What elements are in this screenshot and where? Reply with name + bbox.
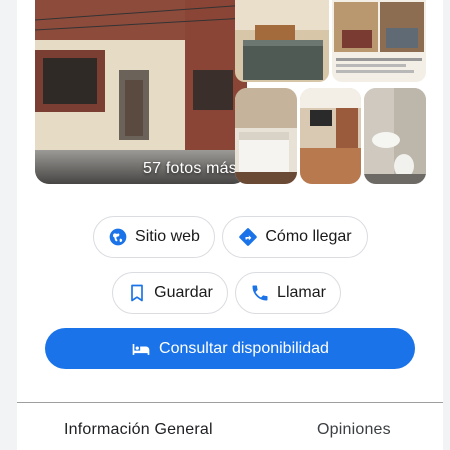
directions-diamond-icon	[238, 227, 258, 247]
tab-general-info[interactable]: Información General	[64, 421, 213, 439]
directions-label: Cómo llegar	[265, 228, 352, 245]
photo-room-tv[interactable]	[300, 88, 361, 184]
photo-room-interior[interactable]	[235, 88, 297, 184]
website-label: Sitio web	[135, 228, 200, 245]
website-button[interactable]: Sitio web	[93, 216, 215, 258]
call-label: Llamar	[277, 284, 326, 301]
phone-icon	[250, 283, 270, 303]
call-button[interactable]: Llamar	[235, 272, 341, 314]
tab-reviews[interactable]: Opiniones	[317, 421, 391, 439]
save-label: Guardar	[154, 284, 213, 301]
more-photos-label[interactable]: 57 fotos más	[143, 160, 237, 178]
place-card: 57 fotos más Sitio web Cómo llegar Guard…	[17, 0, 443, 450]
save-button[interactable]: Guardar	[112, 272, 228, 314]
bathroom-image	[364, 88, 426, 184]
check-availability-label: Consultar disponibilidad	[159, 339, 329, 357]
section-divider	[17, 402, 443, 403]
photo-room-bed[interactable]	[235, 0, 329, 82]
check-availability-button[interactable]: Consultar disponibilidad	[45, 328, 415, 369]
photo-main-facade[interactable]: 57 fotos más	[35, 0, 247, 184]
facade-image	[35, 0, 247, 184]
photo-room-collage[interactable]	[332, 0, 426, 82]
room-image	[235, 0, 329, 82]
globe-icon	[108, 227, 128, 247]
bed-icon	[131, 339, 151, 359]
photo-bathroom[interactable]	[364, 88, 426, 184]
collage-image	[332, 0, 426, 82]
directions-button[interactable]: Cómo llegar	[222, 216, 368, 258]
tv-room-image	[300, 88, 361, 184]
interior-image	[235, 88, 297, 184]
bookmark-icon	[127, 283, 147, 303]
